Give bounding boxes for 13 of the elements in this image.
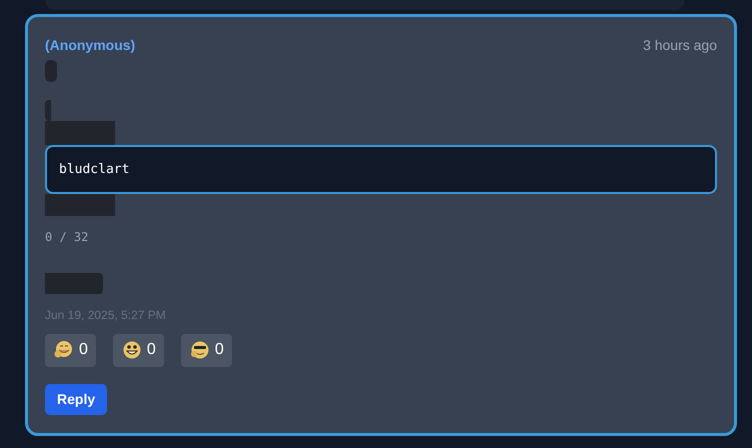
character-count: 0 / 32 (45, 230, 88, 244)
reaction-button[interactable]: 0 (45, 334, 96, 367)
redacted-block (45, 273, 103, 294)
timestamp: 3 hours ago (643, 36, 717, 55)
emoji-icon (120, 339, 143, 362)
redacted-block (45, 194, 115, 216)
reply-button[interactable]: Reply (45, 384, 108, 415)
reaction-button[interactable]: 0 (112, 334, 164, 367)
redacted-block (45, 60, 57, 82)
input-field[interactable]: bludclart (45, 144, 717, 194)
emoji-icon (188, 339, 211, 362)
reaction-button[interactable]: 0 (180, 334, 232, 367)
author-name[interactable]: (Anonymous) (45, 35, 136, 56)
